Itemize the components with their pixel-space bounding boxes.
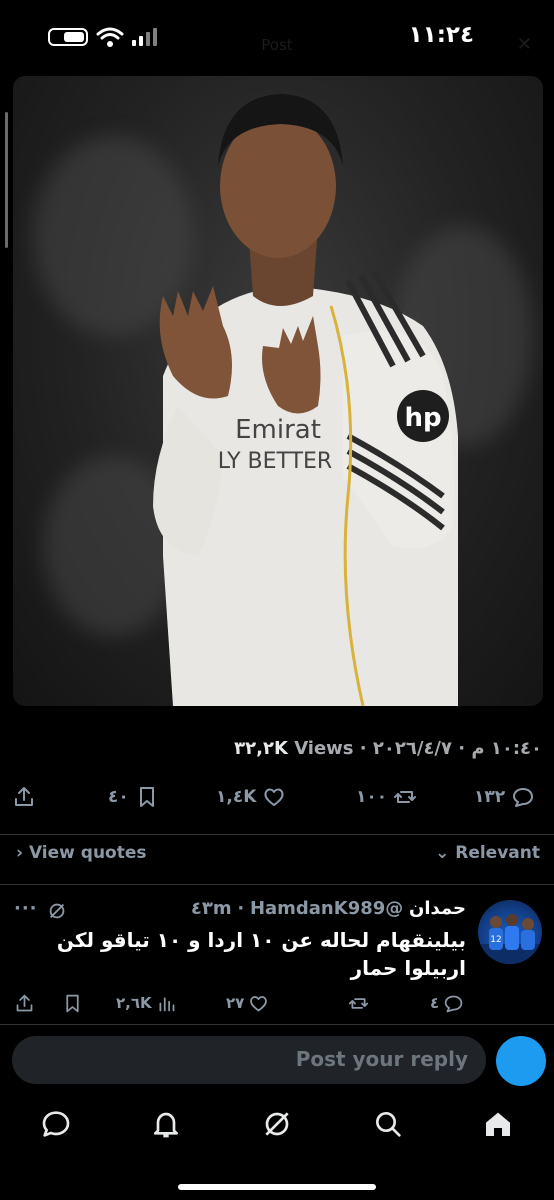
avatar[interactable]: 12 [478,900,542,964]
like-count: ١,٤K [216,787,257,807]
share-button[interactable] [12,782,36,812]
share-icon [15,787,33,806]
reply-repost-button[interactable] [348,990,369,1016]
reply-author-handle[interactable]: @HamdanK989 [250,898,403,919]
compose-fab-button[interactable] [496,1036,546,1086]
comment-icon [444,995,463,1012]
reply-button[interactable]: ١٣٢ [474,782,535,812]
more-options-icon[interactable]: ··· [14,898,38,919]
reply-header: حمدان @HamdanK989 · ٤٣m [190,898,466,919]
views-label: Views [294,738,354,759]
reply-author-name[interactable]: حمدان [409,898,466,919]
post-meta: ١٠:٤٠ م · ٢٠٢٦/٤/٧ · ٣٢,٢K Views [234,738,542,759]
nav-messages[interactable] [40,1108,72,1140]
divider [0,834,554,835]
view-quotes-link[interactable]: › View quotes [16,843,147,863]
bookmark-button[interactable]: ٤٠ [108,782,159,812]
reply-composer[interactable] [12,1036,486,1084]
divider [0,1024,554,1025]
bookmark-count: ٤٠ [108,787,129,807]
heart-icon [264,788,284,806]
close-icon[interactable]: ✕ [517,34,532,55]
reply-count: ١٣٢ [474,787,506,807]
repost-button[interactable]: ١٠٠ [356,782,417,812]
svg-text:12: 12 [490,935,501,945]
repost-count: ١٠٠ [356,787,388,807]
divider [0,884,554,885]
reply-share-button[interactable] [14,990,35,1016]
share-icon [16,994,33,1011]
reply-views-button[interactable]: ٢,٦K [116,990,177,1016]
repost-icon [394,791,417,803]
scrollbar[interactable] [5,112,8,248]
status-time: ١١:٢٤ [408,22,474,48]
nav-home[interactable] [482,1108,514,1140]
home-icon [486,1112,510,1136]
post-image[interactable]: hp Emirat LY BETTER [13,76,543,706]
grok-icon[interactable] [46,900,68,922]
bell-icon [154,1112,178,1138]
message-icon [42,1111,70,1137]
sort-dropdown[interactable]: ⌄ Relevant [435,843,540,863]
search-icon [376,1112,401,1137]
reply-like-count: ٢٧ [226,994,245,1012]
svg-text:Emirat: Emirat [235,415,321,445]
chevron-right-icon: › [16,843,24,863]
like-button[interactable]: ١,٤K [216,782,286,812]
reply-text: بيلينقهام لحاله عن ١٠ اردا و ١٠ تياقو لك… [56,928,466,980]
reply-comment-button[interactable]: ٤ [430,990,464,1016]
grok-icon [265,1112,289,1136]
nav-grok[interactable] [261,1108,293,1140]
svg-text:LY BETTER: LY BETTER [218,449,332,474]
reply-comment-count: ٤ [430,994,440,1012]
nav-search[interactable] [372,1108,404,1140]
bookmark-icon [139,787,154,807]
svg-text:hp: hp [404,403,441,433]
reply-input[interactable] [48,1047,468,1071]
chevron-down-icon: ⌄ [435,843,450,863]
post-timestamp: ١٠:٤٠ م · ٢٠٢٦/٤/٧ [372,738,542,759]
reply-time: ٤٣m [190,898,232,919]
views-count: ٣٢,٢K [234,738,288,759]
reply-views-count: ٢,٦K [116,994,152,1012]
repost-icon [348,997,369,1009]
comment-icon [513,788,534,807]
nav-notifications[interactable] [150,1108,182,1140]
reply-bookmark-button[interactable] [62,990,83,1016]
heart-icon [250,995,268,1011]
home-indicator [178,1184,376,1190]
reply-like-button[interactable]: ٢٧ [226,990,269,1016]
player-illustration: hp Emirat LY BETTER [153,94,458,706]
bookmark-icon [66,994,79,1012]
analytics-icon [159,996,175,1011]
